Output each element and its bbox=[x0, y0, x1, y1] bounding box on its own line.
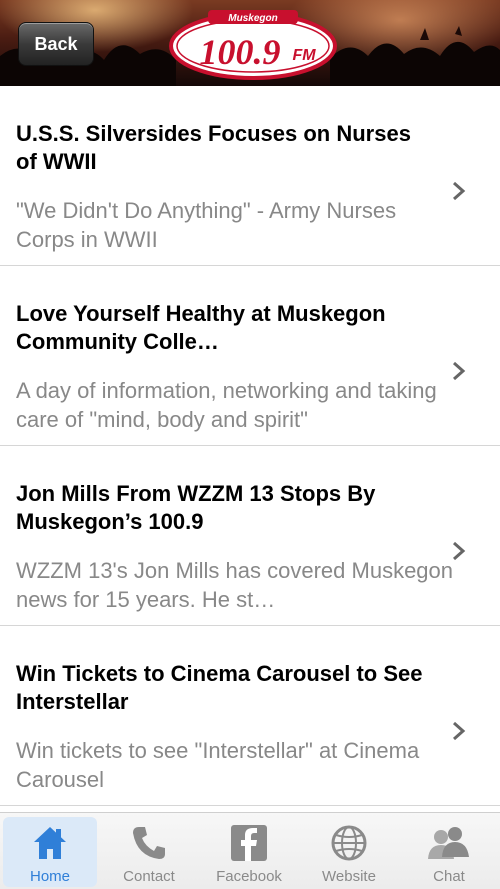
globe-icon bbox=[331, 825, 367, 861]
logo-frequency: 100.9 bbox=[200, 32, 281, 72]
back-button[interactable]: Back bbox=[18, 22, 94, 66]
logo-fm: FM bbox=[292, 47, 316, 64]
home-icon bbox=[34, 827, 66, 859]
tab-facebook[interactable]: Facebook bbox=[202, 817, 296, 887]
people-icon bbox=[428, 827, 469, 859]
tab-label: Home bbox=[29, 868, 70, 885]
news-item-description: Win tickets to see "Interstellar" at Cin… bbox=[16, 738, 420, 792]
tab-label: Contact bbox=[123, 868, 175, 885]
tab-home[interactable]: Home bbox=[3, 817, 97, 887]
tab-contact[interactable]: Contact bbox=[102, 817, 196, 887]
news-item-description: WZZM 13's Jon Mills has covered Muskegon… bbox=[16, 558, 454, 612]
news-item-title: Jon Mills From WZZM 13 Stops By Muskegon… bbox=[16, 481, 376, 534]
chevron-right-icon bbox=[453, 541, 466, 561]
station-logo: Muskegon 100.9 FM bbox=[169, 10, 337, 80]
chevron-right-icon bbox=[453, 721, 466, 741]
news-item-title: Win Tickets to Cinema Carousel to See In… bbox=[16, 661, 423, 714]
logo-city: Muskegon bbox=[228, 13, 277, 24]
news-item[interactable]: Win Tickets to Cinema Carousel to See In… bbox=[0, 626, 500, 806]
news-item[interactable]: Jon Mills From WZZM 13 Stops By Muskegon… bbox=[0, 446, 500, 626]
phone-icon bbox=[133, 827, 165, 859]
header-banner: Back Muskegon 100.9 FM bbox=[0, 0, 500, 86]
tab-label: Website bbox=[322, 868, 376, 885]
news-item-title: U.S.S. Silversides Focuses on Nurses of … bbox=[16, 121, 411, 174]
tab-bar: Home Contact Facebook Website Chat bbox=[0, 812, 500, 889]
tab-label: Facebook bbox=[216, 868, 282, 885]
chevron-right-icon bbox=[453, 361, 466, 381]
news-item[interactable]: Love Yourself Healthy at Muskegon Commun… bbox=[0, 266, 500, 446]
tab-chat[interactable]: Chat bbox=[402, 817, 496, 887]
facebook-icon bbox=[231, 825, 267, 861]
news-item[interactable]: U.S.S. Silversides Focuses on Nurses of … bbox=[0, 86, 500, 266]
tab-website[interactable]: Website bbox=[302, 817, 396, 887]
news-item-description: A day of information, networking and tak… bbox=[16, 378, 437, 432]
news-feed: U.S.S. Silversides Focuses on Nurses of … bbox=[0, 86, 500, 812]
tab-label: Chat bbox=[433, 868, 465, 885]
news-item-description: "We Didn't Do Anything" - Army Nurses Co… bbox=[16, 198, 397, 252]
chevron-right-icon bbox=[453, 181, 466, 201]
news-item-title: Love Yourself Healthy at Muskegon Commun… bbox=[16, 301, 386, 354]
